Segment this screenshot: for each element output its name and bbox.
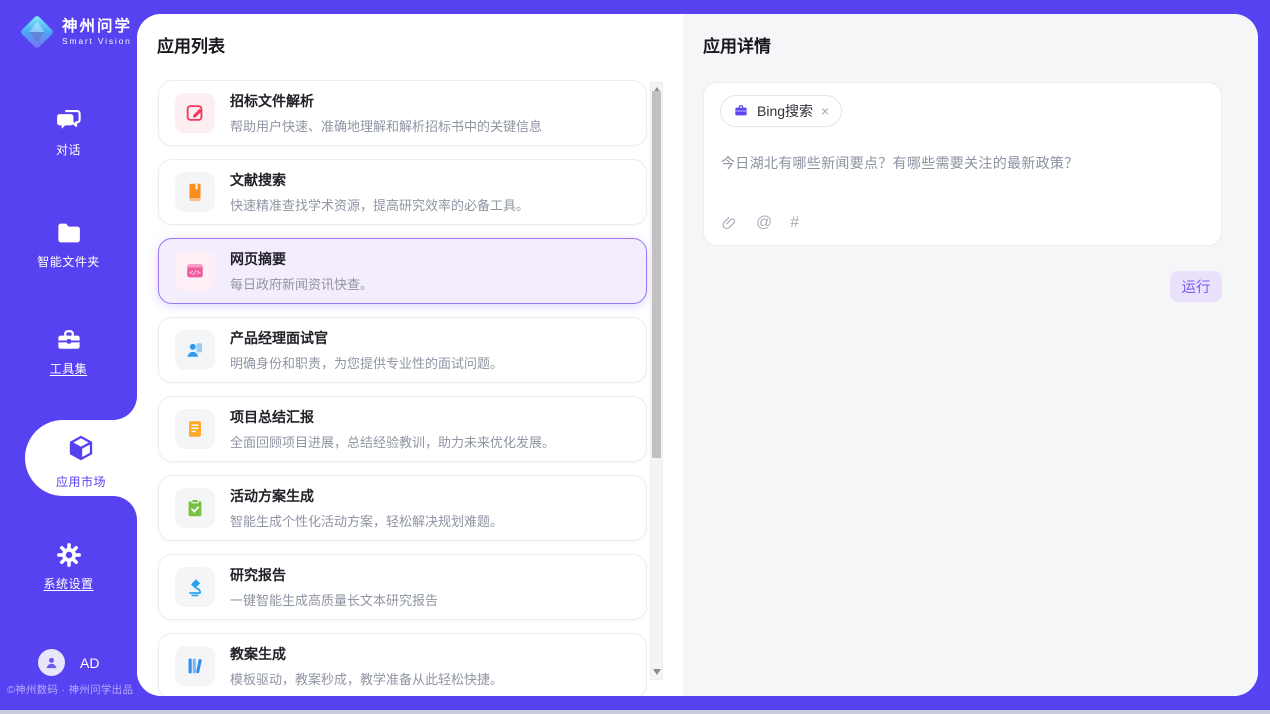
scrollbar[interactable] — [650, 82, 663, 680]
user-account[interactable]: AD — [38, 649, 99, 676]
app-card-text: 文献搜索快速精准查找学术资源，提高研究效率的必备工具。 — [230, 170, 529, 214]
edit-document-icon — [175, 93, 215, 133]
app-card-desc: 明确身份和职责，为您提供专业性的面试问题。 — [230, 353, 503, 372]
books-icon — [175, 646, 215, 686]
app-card-2-selected[interactable]: </> 网页摘要每日政府新闻资讯快查。 — [158, 238, 647, 304]
app-card-title: 产品经理面试官 — [230, 328, 503, 348]
clipboard-check-icon — [175, 488, 215, 528]
app-window: 神州问学 Smart Vision 对话 智能文件夹 — [0, 0, 1270, 714]
sidebar-item-smart-folder[interactable]: 智能文件夹 — [0, 218, 137, 270]
app-card-title: 研究报告 — [230, 565, 438, 585]
at-mention-icon[interactable]: @ — [756, 214, 772, 232]
app-card-7[interactable]: 教案生成模板驱动，教案秒成，教学准备从此轻松快捷。 — [158, 633, 647, 696]
app-card-3[interactable]: 产品经理面试官明确身份和职责，为您提供专业性的面试问题。 — [158, 317, 647, 383]
diamond-logo-icon — [18, 13, 56, 51]
prompt-message[interactable]: 今日湖北有哪些新闻要点？有哪些需要关注的最新政策？ — [721, 153, 1205, 173]
prompt-card: Bing搜索 × 今日湖北有哪些新闻要点？有哪些需要关注的最新政策？ @ # — [703, 82, 1222, 246]
app-card-text: 网页摘要每日政府新闻资讯快查。 — [230, 249, 373, 293]
app-card-text: 研究报告一键智能生成高质量长文本研究报告 — [230, 565, 438, 609]
cube-icon — [66, 433, 96, 463]
interviewer-icon — [175, 330, 215, 370]
briefcase-icon — [733, 103, 749, 119]
run-button[interactable]: 运行 — [1170, 271, 1222, 302]
brand-slogan: Smart Vision — [62, 37, 132, 46]
app-list-panel: 应用列表 招标文件解析帮助用户快速、准确地理解和解析招标书中的关键信息文献搜索快… — [137, 14, 683, 696]
sidebar-item-toolset[interactable]: 工具集 — [0, 325, 137, 377]
paperclip-icon[interactable] — [721, 215, 738, 232]
window-bottom-edge — [0, 710, 1270, 714]
app-detail-title: 应用详情 — [703, 32, 771, 57]
scroll-down-arrow-icon[interactable] — [653, 669, 661, 675]
gear-icon — [54, 540, 84, 570]
app-card-desc: 每日政府新闻资讯快查。 — [230, 274, 373, 293]
brand-name: 神州问学 — [62, 18, 132, 35]
sidebar-item-app-market[interactable]: 应用市场 — [25, 420, 137, 496]
sidebar-item-label: 系统设置 — [0, 575, 137, 592]
app-card-0[interactable]: 招标文件解析帮助用户快速、准确地理解和解析招标书中的关键信息 — [158, 80, 647, 146]
app-card-desc: 全面回顾项目进展，总结经验教训，助力未来优化发展。 — [230, 432, 555, 451]
app-card-title: 网页摘要 — [230, 249, 373, 269]
tool-tag-label: Bing搜索 — [757, 101, 813, 121]
app-detail-panel: 应用详情 Bing搜索 × 今日湖北有哪些新闻要点？有哪些需要关注的最新政策？ — [683, 14, 1258, 696]
app-list-title: 应用列表 — [157, 32, 225, 57]
sidebar-item-label: 智能文件夹 — [0, 253, 137, 270]
avatar — [38, 649, 65, 676]
app-card-title: 招标文件解析 — [230, 91, 542, 111]
sidebar-item-label: 对话 — [0, 141, 137, 158]
chat-icon — [54, 106, 84, 136]
app-card-desc: 模板驱动，教案秒成，教学准备从此轻松快捷。 — [230, 669, 503, 688]
app-card-text: 教案生成模板驱动，教案秒成，教学准备从此轻松快捷。 — [230, 644, 503, 688]
active-tab-curve-bottom — [113, 496, 137, 520]
toolbox-icon — [54, 325, 84, 355]
app-card-4[interactable]: 项目总结汇报全面回顾项目进展，总结经验教训，助力未来优化发展。 — [158, 396, 647, 462]
app-list: 招标文件解析帮助用户快速、准确地理解和解析招标书中的关键信息文献搜索快速精准查找… — [158, 80, 647, 696]
app-card-text: 招标文件解析帮助用户快速、准确地理解和解析招标书中的关键信息 — [230, 91, 542, 135]
book-icon — [175, 172, 215, 212]
web-code-icon: </> — [175, 251, 215, 291]
app-card-title: 活动方案生成 — [230, 486, 503, 506]
active-tab-curve-top — [113, 396, 137, 420]
app-card-text: 产品经理面试官明确身份和职责，为您提供专业性的面试问题。 — [230, 328, 503, 372]
hash-tag-icon[interactable]: # — [790, 214, 799, 232]
sidebar-item-label: 应用市场 — [25, 473, 137, 490]
sidebar-item-chat[interactable]: 对话 — [0, 106, 137, 158]
sidebar-item-settings[interactable]: 系统设置 — [0, 540, 137, 592]
app-card-6[interactable]: 研究报告一键智能生成高质量长文本研究报告 — [158, 554, 647, 620]
close-icon[interactable]: × — [821, 104, 829, 118]
folder-icon — [54, 218, 84, 248]
user-initials: AD — [80, 655, 99, 671]
app-card-desc: 智能生成个性化活动方案，轻松解决规划难题。 — [230, 511, 503, 530]
app-card-desc: 快速精准查找学术资源，提高研究效率的必备工具。 — [230, 195, 529, 214]
app-card-1[interactable]: 文献搜索快速精准查找学术资源，提高研究效率的必备工具。 — [158, 159, 647, 225]
app-card-text: 活动方案生成智能生成个性化活动方案，轻松解决规划难题。 — [230, 486, 503, 530]
app-card-text: 项目总结汇报全面回顾项目进展，总结经验教训，助力未来优化发展。 — [230, 407, 555, 451]
app-card-desc: 一键智能生成高质量长文本研究报告 — [230, 590, 438, 609]
app-card-title: 项目总结汇报 — [230, 407, 555, 427]
attachment-toolbar: @ # — [721, 214, 799, 232]
app-card-desc: 帮助用户快速、准确地理解和解析招标书中的关键信息 — [230, 116, 542, 135]
person-icon — [43, 654, 60, 671]
brand-logo: 神州问学 Smart Vision — [18, 13, 132, 51]
sidebar: 神州问学 Smart Vision 对话 智能文件夹 — [0, 0, 137, 710]
copyright-text: ©神州数码 · 神州问学出品 — [7, 682, 133, 697]
microscope-icon — [175, 567, 215, 607]
main-content: 应用列表 招标文件解析帮助用户快速、准确地理解和解析招标书中的关键信息文献搜索快… — [137, 14, 1258, 696]
app-card-title: 教案生成 — [230, 644, 503, 664]
app-card-title: 文献搜索 — [230, 170, 529, 190]
tool-tag-bing-search[interactable]: Bing搜索 × — [720, 95, 842, 127]
scrollbar-thumb[interactable] — [652, 91, 661, 458]
sidebar-item-label: 工具集 — [0, 360, 137, 377]
app-card-5[interactable]: 活动方案生成智能生成个性化活动方案，轻松解决规划难题。 — [158, 475, 647, 541]
summary-doc-icon — [175, 409, 215, 449]
svg-text:</>: </> — [189, 268, 201, 276]
